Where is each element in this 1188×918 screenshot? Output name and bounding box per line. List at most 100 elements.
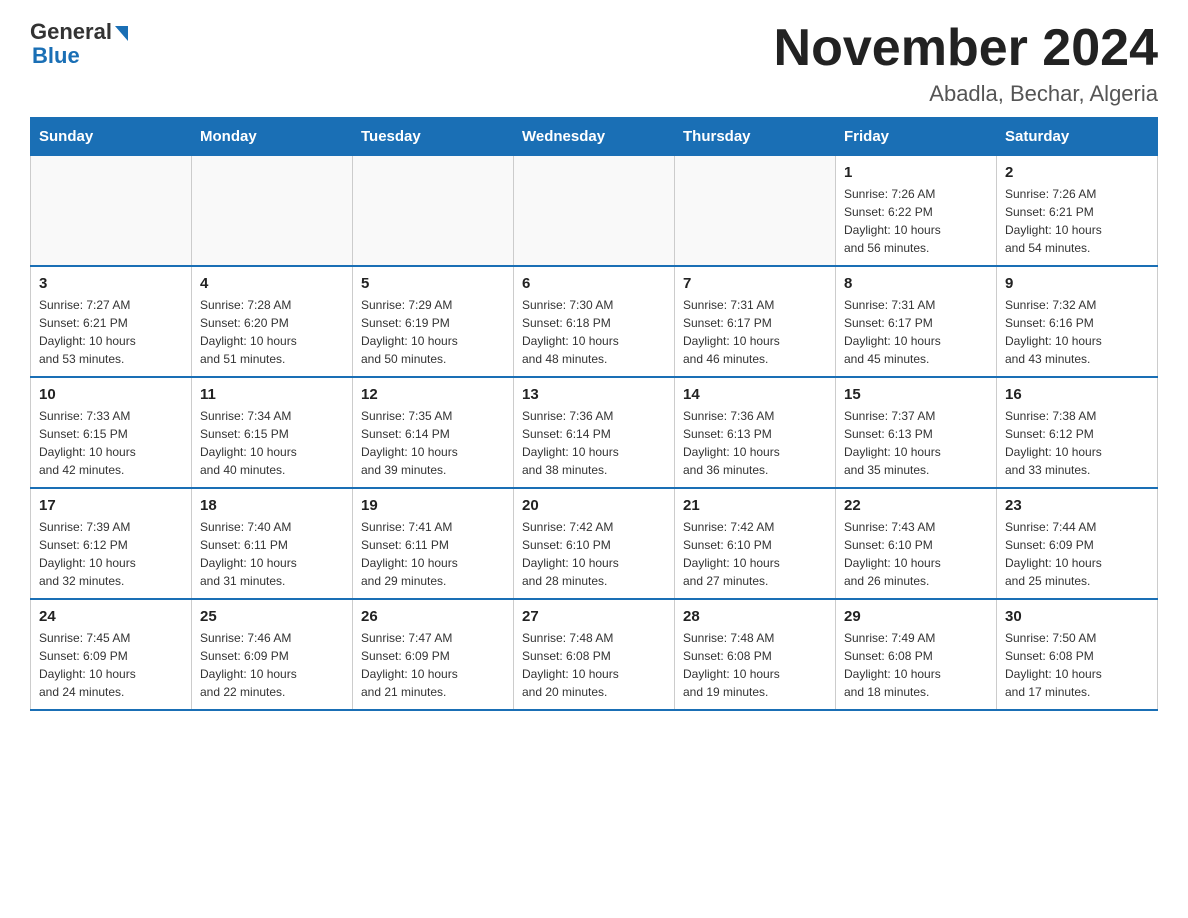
header-monday: Monday xyxy=(192,118,353,156)
day-number: 1 xyxy=(844,164,988,181)
day-number: 21 xyxy=(683,497,827,514)
day-number: 11 xyxy=(200,386,344,403)
calendar-week-row: 17 Sunrise: 7:39 AMSunset: 6:12 PMDayligh… xyxy=(31,488,1158,599)
day-number: 5 xyxy=(361,275,505,292)
day-info: Sunrise: 7:37 AMSunset: 6:13 PMDaylight:… xyxy=(844,407,988,479)
table-row xyxy=(31,156,192,267)
day-info: Sunrise: 7:40 AMSunset: 6:11 PMDaylight:… xyxy=(200,518,344,590)
day-info: Sunrise: 7:34 AMSunset: 6:15 PMDaylight:… xyxy=(200,407,344,479)
day-info: Sunrise: 7:50 AMSunset: 6:08 PMDaylight:… xyxy=(1005,629,1149,701)
day-info: Sunrise: 7:39 AMSunset: 6:12 PMDaylight:… xyxy=(39,518,183,590)
table-row: 30 Sunrise: 7:50 AMSunset: 6:08 PMDayligh… xyxy=(997,599,1158,710)
day-info: Sunrise: 7:30 AMSunset: 6:18 PMDaylight:… xyxy=(522,296,666,368)
table-row: 10Sunrise: 7:33 AMSunset: 6:15 PMDayligh… xyxy=(31,377,192,488)
calendar-week-row: 10Sunrise: 7:33 AMSunset: 6:15 PMDayligh… xyxy=(31,377,1158,488)
logo: General Blue xyxy=(30,20,128,68)
calendar-header-row: Sunday Monday Tuesday Wednesday Thursday… xyxy=(31,118,1158,156)
day-info: Sunrise: 7:44 AMSunset: 6:09 PMDaylight:… xyxy=(1005,518,1149,590)
table-row: 19 Sunrise: 7:41 AMSunset: 6:11 PMDayligh… xyxy=(353,488,514,599)
table-row xyxy=(675,156,836,267)
logo-blue: Blue xyxy=(32,43,80,68)
day-info: Sunrise: 7:36 AMSunset: 6:13 PMDaylight:… xyxy=(683,407,827,479)
day-info: Sunrise: 7:38 AMSunset: 6:12 PMDaylight:… xyxy=(1005,407,1149,479)
table-row: 28Sunrise: 7:48 AMSunset: 6:08 PMDayligh… xyxy=(675,599,836,710)
day-info: Sunrise: 7:45 AMSunset: 6:09 PMDaylight:… xyxy=(39,629,183,701)
day-number: 28 xyxy=(683,608,827,625)
table-row: 14 Sunrise: 7:36 AMSunset: 6:13 PMDayligh… xyxy=(675,377,836,488)
month-title: November 2024 xyxy=(774,20,1158,77)
day-number: 24 xyxy=(39,608,183,625)
day-number: 9 xyxy=(1005,275,1149,292)
day-number: 22 xyxy=(844,497,988,514)
table-row: 16Sunrise: 7:38 AMSunset: 6:12 PMDayligh… xyxy=(997,377,1158,488)
day-info: Sunrise: 7:46 AMSunset: 6:09 PMDaylight:… xyxy=(200,629,344,701)
table-row: 13 Sunrise: 7:36 AMSunset: 6:14 PMDayligh… xyxy=(514,377,675,488)
table-row xyxy=(353,156,514,267)
day-info: Sunrise: 7:43 AMSunset: 6:10 PMDaylight:… xyxy=(844,518,988,590)
table-row xyxy=(514,156,675,267)
day-number: 10 xyxy=(39,386,183,403)
header-friday: Friday xyxy=(836,118,997,156)
day-number: 6 xyxy=(522,275,666,292)
header-saturday: Saturday xyxy=(997,118,1158,156)
day-info: Sunrise: 7:47 AMSunset: 6:09 PMDaylight:… xyxy=(361,629,505,701)
table-row: 11 Sunrise: 7:34 AMSunset: 6:15 PMDayligh… xyxy=(192,377,353,488)
day-number: 18 xyxy=(200,497,344,514)
table-row: 26 Sunrise: 7:47 AMSunset: 6:09 PMDayligh… xyxy=(353,599,514,710)
table-row: 17 Sunrise: 7:39 AMSunset: 6:12 PMDayligh… xyxy=(31,488,192,599)
day-info: Sunrise: 7:27 AMSunset: 6:21 PMDaylight:… xyxy=(39,296,183,368)
day-number: 7 xyxy=(683,275,827,292)
day-number: 26 xyxy=(361,608,505,625)
day-number: 4 xyxy=(200,275,344,292)
table-row: 3Sunrise: 7:27 AMSunset: 6:21 PMDaylight… xyxy=(31,266,192,377)
day-number: 15 xyxy=(844,386,988,403)
day-number: 19 xyxy=(361,497,505,514)
table-row xyxy=(192,156,353,267)
calendar-table: Sunday Monday Tuesday Wednesday Thursday… xyxy=(30,117,1158,711)
table-row: 7 Sunrise: 7:31 AMSunset: 6:17 PMDaylight… xyxy=(675,266,836,377)
day-number: 8 xyxy=(844,275,988,292)
day-info: Sunrise: 7:31 AMSunset: 6:17 PMDaylight:… xyxy=(683,296,827,368)
day-info: Sunrise: 7:26 AMSunset: 6:22 PMDaylight:… xyxy=(844,185,988,257)
title-section: November 2024 Abadla, Bechar, Algeria xyxy=(774,20,1158,107)
day-number: 14 xyxy=(683,386,827,403)
table-row: 8Sunrise: 7:31 AMSunset: 6:17 PMDaylight… xyxy=(836,266,997,377)
table-row: 1 Sunrise: 7:26 AMSunset: 6:22 PMDaylight… xyxy=(836,156,997,267)
table-row: 9 Sunrise: 7:32 AMSunset: 6:16 PMDaylight… xyxy=(997,266,1158,377)
header-sunday: Sunday xyxy=(31,118,192,156)
calendar-week-row: 3Sunrise: 7:27 AMSunset: 6:21 PMDaylight… xyxy=(31,266,1158,377)
table-row: 12 Sunrise: 7:35 AMSunset: 6:14 PMDayligh… xyxy=(353,377,514,488)
day-number: 25 xyxy=(200,608,344,625)
table-row: 25 Sunrise: 7:46 AMSunset: 6:09 PMDayligh… xyxy=(192,599,353,710)
day-number: 13 xyxy=(522,386,666,403)
day-info: Sunrise: 7:32 AMSunset: 6:16 PMDaylight:… xyxy=(1005,296,1149,368)
day-number: 12 xyxy=(361,386,505,403)
table-row: 27Sunrise: 7:48 AMSunset: 6:08 PMDayligh… xyxy=(514,599,675,710)
table-row: 2Sunrise: 7:26 AMSunset: 6:21 PMDaylight… xyxy=(997,156,1158,267)
day-info: Sunrise: 7:28 AMSunset: 6:20 PMDaylight:… xyxy=(200,296,344,368)
calendar-week-row: 24 Sunrise: 7:45 AMSunset: 6:09 PMDayligh… xyxy=(31,599,1158,710)
day-number: 2 xyxy=(1005,164,1149,181)
table-row: 15 Sunrise: 7:37 AMSunset: 6:13 PMDayligh… xyxy=(836,377,997,488)
day-info: Sunrise: 7:36 AMSunset: 6:14 PMDaylight:… xyxy=(522,407,666,479)
day-info: Sunrise: 7:41 AMSunset: 6:11 PMDaylight:… xyxy=(361,518,505,590)
table-row: 22 Sunrise: 7:43 AMSunset: 6:10 PMDayligh… xyxy=(836,488,997,599)
day-info: Sunrise: 7:42 AMSunset: 6:10 PMDaylight:… xyxy=(683,518,827,590)
day-number: 27 xyxy=(522,608,666,625)
day-info: Sunrise: 7:49 AMSunset: 6:08 PMDaylight:… xyxy=(844,629,988,701)
day-info: Sunrise: 7:35 AMSunset: 6:14 PMDaylight:… xyxy=(361,407,505,479)
day-number: 29 xyxy=(844,608,988,625)
page-header: General Blue November 2024 Abadla, Becha… xyxy=(30,20,1158,107)
table-row: 20Sunrise: 7:42 AMSunset: 6:10 PMDayligh… xyxy=(514,488,675,599)
day-number: 23 xyxy=(1005,497,1149,514)
day-number: 17 xyxy=(39,497,183,514)
table-row: 5Sunrise: 7:29 AMSunset: 6:19 PMDaylight… xyxy=(353,266,514,377)
table-row: 23 Sunrise: 7:44 AMSunset: 6:09 PMDayligh… xyxy=(997,488,1158,599)
calendar-week-row: 1 Sunrise: 7:26 AMSunset: 6:22 PMDaylight… xyxy=(31,156,1158,267)
header-tuesday: Tuesday xyxy=(353,118,514,156)
location: Abadla, Bechar, Algeria xyxy=(774,81,1158,107)
table-row: 21 Sunrise: 7:42 AMSunset: 6:10 PMDayligh… xyxy=(675,488,836,599)
day-number: 20 xyxy=(522,497,666,514)
day-number: 30 xyxy=(1005,608,1149,625)
table-row: 24 Sunrise: 7:45 AMSunset: 6:09 PMDayligh… xyxy=(31,599,192,710)
